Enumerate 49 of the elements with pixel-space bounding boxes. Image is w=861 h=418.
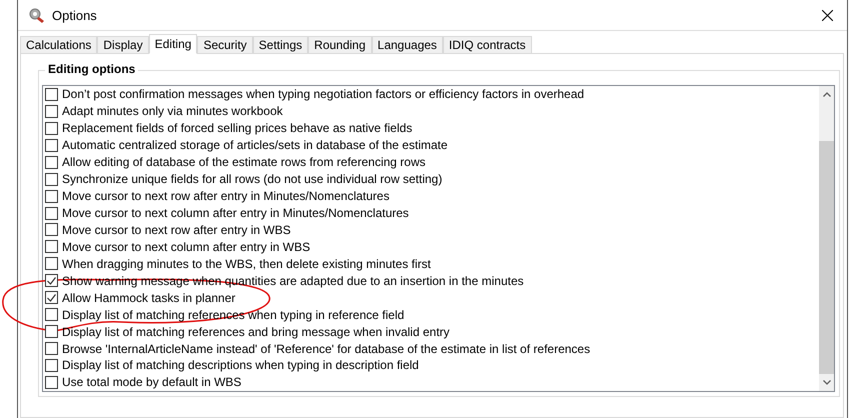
scroll-down-icon[interactable]: [822, 380, 830, 385]
option-label: When dragging minutes to the WBS, then delete existing minutes first: [62, 256, 431, 271]
option-label: Display list of matching references when typing in reference field: [62, 308, 404, 322]
option-label: Display list of matching descriptions when typing in description field: [62, 358, 419, 372]
option-label: Use total mode by default in WBS: [62, 375, 242, 390]
option-label: Browse 'InternalArticleName instead' of 'Reference' for database of the estimate in list of references: [62, 342, 590, 356]
checkbox[interactable]: [45, 104, 58, 118]
option-label: Synchronize unique fields for all rows (do not use individual row setting): [62, 172, 442, 186]
group-title: Editing options: [45, 62, 138, 76]
option-label: Allow Hammock tasks in planner: [62, 290, 236, 305]
option-label: Move cursor to next column after entry in Minutes/Nomenclatures: [62, 206, 409, 220]
option-label: Allow editing of database of the estimate rows from referencing rows: [62, 155, 426, 170]
option-label: Automatic centralized storage of articles/sets in database of the estimate: [62, 138, 448, 152]
tab[interactable]: Display: [97, 36, 149, 53]
checkbox[interactable]: [45, 240, 58, 254]
checkbox[interactable]: [45, 325, 58, 338]
checkbox[interactable]: [45, 358, 58, 372]
checkbox[interactable]: [45, 172, 58, 186]
option-label: Move cursor to next row after entry in Minutes/Nomenclatures: [62, 189, 390, 204]
checkbox[interactable]: [45, 274, 58, 288]
option-label: Display list of matching references and bring message when invalid entry: [62, 324, 450, 339]
tab[interactable]: Editing: [148, 34, 198, 54]
tab[interactable]: Settings: [252, 36, 308, 53]
option-label: Replacement fields of forced selling prices behave as native fields: [62, 121, 412, 136]
checkbox[interactable]: [45, 376, 58, 389]
tab[interactable]: Security: [197, 36, 253, 53]
window-title: Options: [52, 8, 97, 22]
checkbox[interactable]: [45, 122, 58, 135]
scroll-up-icon[interactable]: [822, 92, 830, 97]
checkbox[interactable]: [45, 206, 58, 220]
checkbox[interactable]: [45, 156, 58, 169]
checkbox[interactable]: [45, 342, 58, 356]
checkbox[interactable]: [45, 308, 58, 322]
checkbox[interactable]: [45, 291, 58, 304]
option-label: Don’t post confirmation messages when typing negotiation factors or efficiency factors in overhead: [62, 87, 584, 102]
checkbox[interactable]: [45, 190, 58, 203]
close-icon: [822, 10, 832, 20]
option-label: Move cursor to next row after entry in WBS: [62, 222, 291, 237]
option-label: Move cursor to next column after entry in WBS: [62, 240, 310, 254]
tab[interactable]: Rounding: [308, 36, 372, 53]
tab[interactable]: Languages: [372, 36, 443, 53]
tab[interactable]: Calculations: [20, 36, 98, 53]
checkbox[interactable]: [45, 138, 58, 152]
checkbox[interactable]: [45, 257, 58, 270]
scrollbar[interactable]: [819, 86, 834, 391]
option-label: Adapt minutes only via minutes workbook: [62, 104, 283, 118]
tab[interactable]: IDIQ contracts: [442, 36, 532, 53]
checkbox[interactable]: [45, 223, 58, 236]
checkbox[interactable]: [45, 88, 58, 101]
